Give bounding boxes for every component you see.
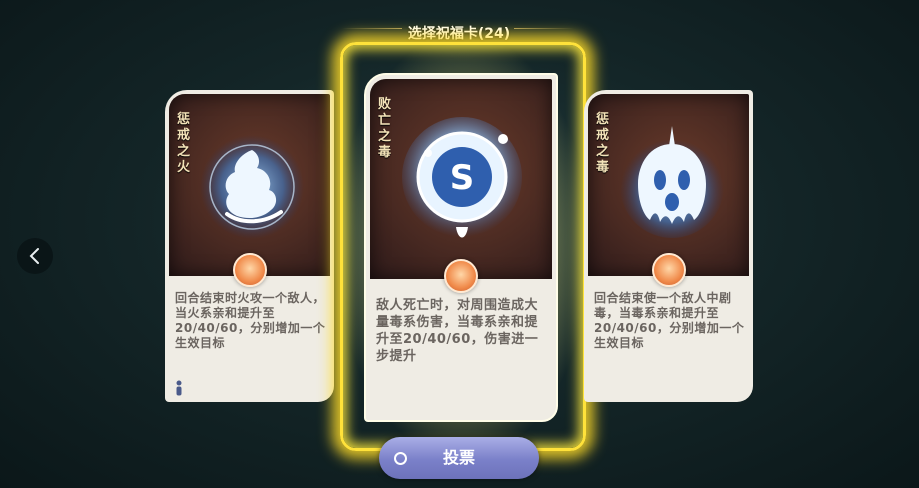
poison-bubble-icon: S	[402, 117, 522, 238]
card-name: 败亡之毒	[378, 97, 392, 160]
svg-text:S: S	[450, 158, 475, 198]
card-art: 败亡之毒 S	[370, 79, 552, 279]
blessing-card-3[interactable]: 惩戒之毒 回合结束使一个敌人中剧毒，当毒系亲和提升至20/40/60，分别增加一…	[584, 90, 753, 402]
card-name: 惩戒之火	[177, 112, 191, 175]
card-description: 敌人死亡时，对周围造成大量毒系伤害，当毒系亲和提升至20/40/60，伤害进一步…	[376, 298, 539, 364]
title-decor-right	[514, 28, 574, 29]
fire-spirit-icon	[200, 135, 304, 239]
prev-page-button[interactable]	[17, 238, 53, 274]
card-description: 回合结束时火攻一个敌人，当火系亲和提升至20/40/60，分别增加一个生效目标	[175, 291, 326, 350]
blessing-card-2-selected[interactable]: 败亡之毒 S 敌人死亡时，对周围造成大量毒系伤害，当毒系亲和提升至20/40/6…	[364, 73, 558, 422]
person-icon	[176, 380, 182, 396]
card-art: 惩戒之毒	[588, 94, 749, 276]
card-art: 惩戒之火	[169, 94, 330, 276]
chevron-left-icon	[29, 248, 39, 264]
blessing-card-1[interactable]: 惩戒之火 回合结束时火攻一个敌人，当火系亲和提升至20/40/60，分别增加一个…	[165, 90, 334, 402]
element-badge	[652, 253, 686, 287]
vote-button[interactable]: 投票	[379, 437, 539, 479]
poison-ghost-icon	[620, 126, 724, 238]
vote-button-label: 投票	[442, 448, 475, 467]
element-badge	[444, 259, 478, 293]
card-description: 回合结束使一个敌人中剧毒，当毒系亲和提升至20/40/60，分别增加一个生效目标	[594, 291, 745, 350]
element-badge	[233, 253, 267, 287]
card-name: 惩戒之毒	[596, 112, 610, 175]
